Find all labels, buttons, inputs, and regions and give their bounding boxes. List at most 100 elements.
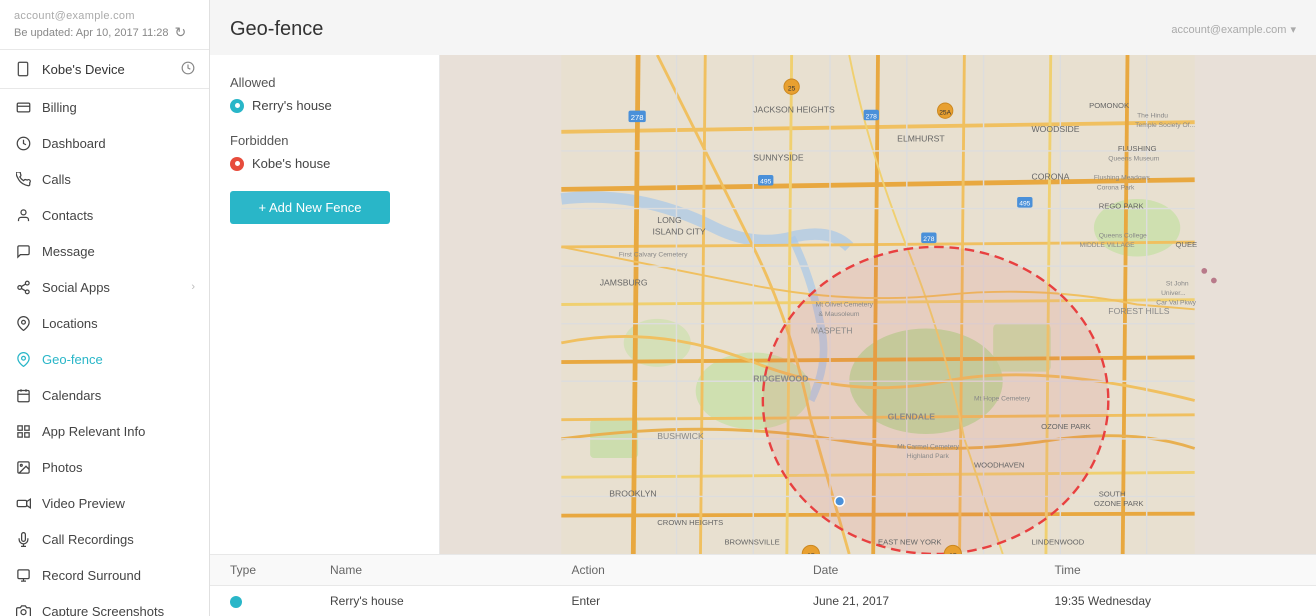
sidebar-item-label: Calls	[42, 172, 71, 187]
sidebar-item-calls[interactable]: Calls	[0, 161, 209, 197]
sidebar-item-label: Call Recordings	[42, 532, 134, 547]
sidebar-item-label: Contacts	[42, 208, 93, 223]
sidebar-item-locations[interactable]: Locations	[0, 305, 209, 341]
svg-text:JACKSON HEIGHTS: JACKSON HEIGHTS	[753, 105, 835, 115]
device-icon	[14, 60, 32, 78]
calendar-icon	[14, 386, 32, 404]
sidebar-item-video-preview[interactable]: Video Preview	[0, 485, 209, 521]
header-right: account@example.com ▾	[1171, 23, 1296, 36]
svg-text:ISLAND CITY: ISLAND CITY	[652, 226, 705, 236]
add-fence-button[interactable]: + Add New Fence	[230, 191, 390, 224]
refresh-icon[interactable]: ↻	[175, 24, 187, 41]
svg-text:EAST NEW YORK: EAST NEW YORK	[878, 537, 942, 546]
dropdown-icon[interactable]: ▾	[1290, 23, 1296, 36]
sidebar-item-app-relevant[interactable]: App Relevant Info	[0, 413, 209, 449]
sidebar-item-record-surround[interactable]: Record Surround	[0, 557, 209, 593]
svg-text:FLUSHING: FLUSHING	[1118, 144, 1157, 153]
account-text: account@example.com	[14, 10, 195, 22]
header-account: account@example.com	[1171, 24, 1286, 36]
row-time: 19:35 Wednesday	[1055, 594, 1297, 608]
allowed-place-name: Rerry's house	[252, 98, 332, 113]
sidebar-item-label: Capture Screenshots	[42, 604, 164, 616]
row-action: Enter	[572, 594, 814, 608]
sidebar-nav: Billing Dashboard Calls	[0, 89, 209, 616]
svg-text:Mt Hope Cemetery: Mt Hope Cemetery	[974, 395, 1031, 402]
sidebar-item-calendars[interactable]: Calendars	[0, 377, 209, 413]
dashboard-icon	[14, 134, 32, 152]
svg-text:25A: 25A	[939, 109, 951, 116]
svg-text:278: 278	[923, 236, 934, 243]
svg-text:LINDENWOOD: LINDENWOOD	[1032, 537, 1085, 546]
main-header: Geo-fence account@example.com ▾	[210, 0, 1316, 55]
sidebar-item-message[interactable]: Message	[0, 233, 209, 269]
sidebar-item-billing[interactable]: Billing	[0, 89, 209, 125]
sidebar-item-capture-screenshots[interactable]: Capture Screenshots	[0, 593, 209, 616]
forbidden-section: Forbidden Kobe's house	[230, 133, 419, 171]
sidebar-item-label: Calendars	[42, 388, 101, 403]
svg-text:Corona Park: Corona Park	[1097, 184, 1135, 191]
last-updated: Be updated: Apr 10, 2017 11:28 ↻	[14, 24, 195, 41]
sidebar-item-label: Billing	[42, 100, 77, 115]
svg-text:MASPETH: MASPETH	[811, 325, 853, 335]
svg-text:Car Val Pkwy: Car Val Pkwy	[1156, 300, 1196, 307]
svg-text:Queens College: Queens College	[1099, 232, 1147, 239]
svg-text:The Hindu: The Hindu	[1137, 112, 1168, 119]
sidebar-item-label: App Relevant Info	[42, 424, 145, 439]
svg-text:BROOKLYN: BROOKLYN	[609, 488, 656, 498]
svg-text:CORONA: CORONA	[1032, 172, 1070, 182]
svg-text:Mt Olivet Cemetery: Mt Olivet Cemetery	[816, 301, 874, 308]
svg-text:278: 278	[866, 113, 877, 120]
page-title: Geo-fence	[230, 18, 323, 41]
sidebar-item-label: Photos	[42, 460, 82, 475]
row-type	[230, 594, 330, 608]
video-icon	[14, 494, 32, 512]
col-name: Name	[330, 563, 572, 577]
svg-text:St John: St John	[1166, 280, 1189, 287]
sidebar-item-label: Social Apps	[42, 280, 110, 295]
svg-text:27: 27	[807, 553, 815, 554]
svg-text:Univer...: Univer...	[1161, 290, 1186, 297]
update-text: Be updated: Apr 10, 2017 11:28	[14, 27, 169, 39]
chevron-right-icon: ›	[191, 281, 195, 293]
col-date: Date	[813, 563, 1055, 577]
sidebar-item-geo-fence[interactable]: Geo-fence	[0, 341, 209, 377]
svg-text:GLENDALE: GLENDALE	[888, 412, 936, 422]
forbidden-dot	[230, 157, 244, 171]
contacts-icon	[14, 206, 32, 224]
forbidden-item: Kobe's house	[230, 156, 419, 171]
sidebar-item-call-recordings[interactable]: Call Recordings	[0, 521, 209, 557]
mic-icon	[14, 530, 32, 548]
sidebar-item-label: Message	[42, 244, 95, 259]
svg-text:Mt Carmel Cemetery: Mt Carmel Cemetery	[897, 443, 959, 450]
svg-text:27: 27	[949, 553, 957, 554]
message-icon	[14, 242, 32, 260]
sidebar-item-label: Geo-fence	[42, 352, 103, 367]
sidebar-item-photos[interactable]: Photos	[0, 449, 209, 485]
allowed-item: Rerry's house	[230, 98, 419, 113]
bottom-section: Type Name Action Date Time Rerry's house…	[210, 554, 1316, 616]
sidebar-item-contacts[interactable]: Contacts	[0, 197, 209, 233]
svg-text:OZONE PARK: OZONE PARK	[1094, 499, 1145, 508]
row-name: Rerry's house	[330, 594, 572, 608]
sidebar-header: account@example.com Be updated: Apr 10, …	[0, 0, 209, 50]
calls-icon	[14, 170, 32, 188]
sidebar-item-social-apps[interactable]: Social Apps ›	[0, 269, 209, 305]
col-action: Action	[572, 563, 814, 577]
sidebar-item-dashboard[interactable]: Dashboard	[0, 125, 209, 161]
geofence-icon	[14, 350, 32, 368]
svg-text:POMONOK: POMONOK	[1089, 101, 1130, 110]
svg-text:CROWN HEIGHTS: CROWN HEIGHTS	[657, 518, 723, 527]
clock-icon	[181, 61, 195, 78]
svg-text:OZONE PARK: OZONE PARK	[1041, 422, 1092, 431]
device-name: Kobe's Device	[42, 62, 125, 77]
allowed-label: Allowed	[230, 75, 419, 90]
app-icon	[14, 422, 32, 440]
sidebar-item-label: Locations	[42, 316, 98, 331]
left-panel: Allowed Rerry's house Forbidden	[210, 55, 440, 554]
svg-text:FOREST HILLS: FOREST HILLS	[1108, 306, 1169, 316]
photos-icon	[14, 458, 32, 476]
svg-text:BUSHWICK: BUSHWICK	[657, 431, 704, 441]
sidebar-item-label: Dashboard	[42, 136, 106, 151]
svg-text:MIDDLE VILLAGE: MIDDLE VILLAGE	[1080, 242, 1136, 249]
col-type: Type	[230, 563, 330, 577]
